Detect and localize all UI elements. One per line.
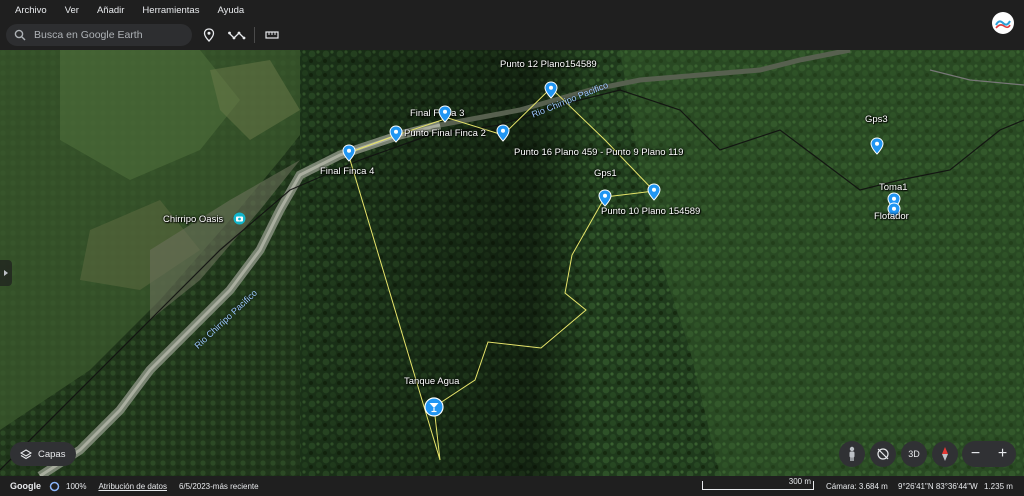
camera-altitude: Cámara: 3.684 m <box>826 481 888 491</box>
load-progress: 100% <box>66 481 87 491</box>
label-chirripo-oasis[interactable]: Chirripo Oasis <box>163 214 223 225</box>
label-punto-16[interactable]: Punto 16 Plano 459 - Punto 9 Plano 119 <box>514 147 683 158</box>
placemark-pin-icon[interactable] <box>544 81 558 99</box>
layers-button[interactable]: Capas <box>10 442 76 466</box>
label-final-finca-4[interactable]: Final Finca 4 <box>320 166 374 177</box>
reset-tilt-button[interactable] <box>870 441 896 467</box>
loading-ring-icon <box>49 481 60 491</box>
pin-icon <box>203 28 215 42</box>
menu-herramientas[interactable]: Herramientas <box>133 5 208 16</box>
placemark-pin-icon[interactable] <box>438 105 452 123</box>
water-tank-marker-icon[interactable] <box>424 397 444 417</box>
scale-bar: 300 m <box>702 477 814 490</box>
sidebar-toggle[interactable] <box>0 260 12 286</box>
map-view[interactable]: Punto 12 Plano154589 Final Finca 3 Punto… <box>0 50 1024 476</box>
compass-button[interactable] <box>932 441 958 467</box>
status-bar: Google 100% Atribución de datos 6/5/2023… <box>0 476 1024 496</box>
menu-anadir[interactable]: Añadir <box>88 5 133 16</box>
label-punto-10[interactable]: Punto 10 Plano 154589 <box>601 206 700 217</box>
scale-label: 300 m <box>788 477 811 486</box>
cursor-coordinates: 9°26'41"N 83°36'44"W <box>898 481 978 491</box>
toolbar <box>0 20 1024 50</box>
toolbar-divider <box>254 27 255 43</box>
menu-archivo[interactable]: Archivo <box>6 5 56 16</box>
google-brand: Google <box>10 481 41 491</box>
placemark-pin-icon[interactable] <box>496 124 510 142</box>
placemark-pin-icon[interactable] <box>598 189 612 207</box>
compass-icon <box>942 447 948 461</box>
layers-icon <box>20 448 32 459</box>
layers-label: Capas <box>38 448 66 460</box>
label-punto-final-finca-2[interactable]: Punto Final Finca 2 <box>404 128 486 139</box>
search-box[interactable] <box>6 24 192 46</box>
street-view-button[interactable] <box>839 441 865 467</box>
zoom-in-button[interactable]: + <box>998 445 1007 463</box>
search-icon <box>14 29 26 41</box>
draw-path-button[interactable] <box>226 24 248 46</box>
path-icon <box>228 31 246 40</box>
placemark-pin-icon[interactable] <box>342 144 356 162</box>
profile-logo-icon <box>995 20 1011 29</box>
imagery-date: 6/5/2023-más reciente <box>178 481 259 491</box>
add-placemark-button[interactable] <box>198 24 220 46</box>
toggle-3d-button[interactable]: 3D <box>901 441 927 467</box>
label-tanque-agua[interactable]: Tanque Agua <box>404 376 459 387</box>
menu-ayuda[interactable]: Ayuda <box>208 5 253 16</box>
menu-bar: Archivo Ver Añadir Herramientas Ayuda <box>0 0 1024 20</box>
chevron-right-icon <box>4 270 8 276</box>
search-input[interactable] <box>34 29 184 41</box>
zoom-control: − + <box>962 441 1016 467</box>
placemark-pin-icon[interactable] <box>389 125 403 143</box>
label-punto-12[interactable]: Punto 12 Plano154589 <box>500 59 597 70</box>
account-avatar[interactable] <box>992 12 1014 34</box>
zoom-out-button[interactable]: − <box>971 445 980 463</box>
ruler-icon <box>265 31 279 39</box>
cursor-elevation: 1.235 m <box>984 481 1013 491</box>
pegman-icon <box>849 446 855 461</box>
label-gps1[interactable]: Gps1 <box>594 168 617 179</box>
menu-ver[interactable]: Ver <box>56 5 88 16</box>
label-flotador[interactable]: Flotador <box>874 211 909 222</box>
tilt-reset-icon <box>877 448 889 460</box>
measure-button[interactable] <box>261 24 283 46</box>
data-attribution-link[interactable]: Atribución de datos <box>98 482 167 491</box>
label-gps3[interactable]: Gps3 <box>865 114 888 125</box>
placemark-pin-icon[interactable] <box>870 137 884 155</box>
placemark-pin-icon[interactable] <box>647 183 661 201</box>
camera-poi-icon[interactable] <box>233 212 246 225</box>
